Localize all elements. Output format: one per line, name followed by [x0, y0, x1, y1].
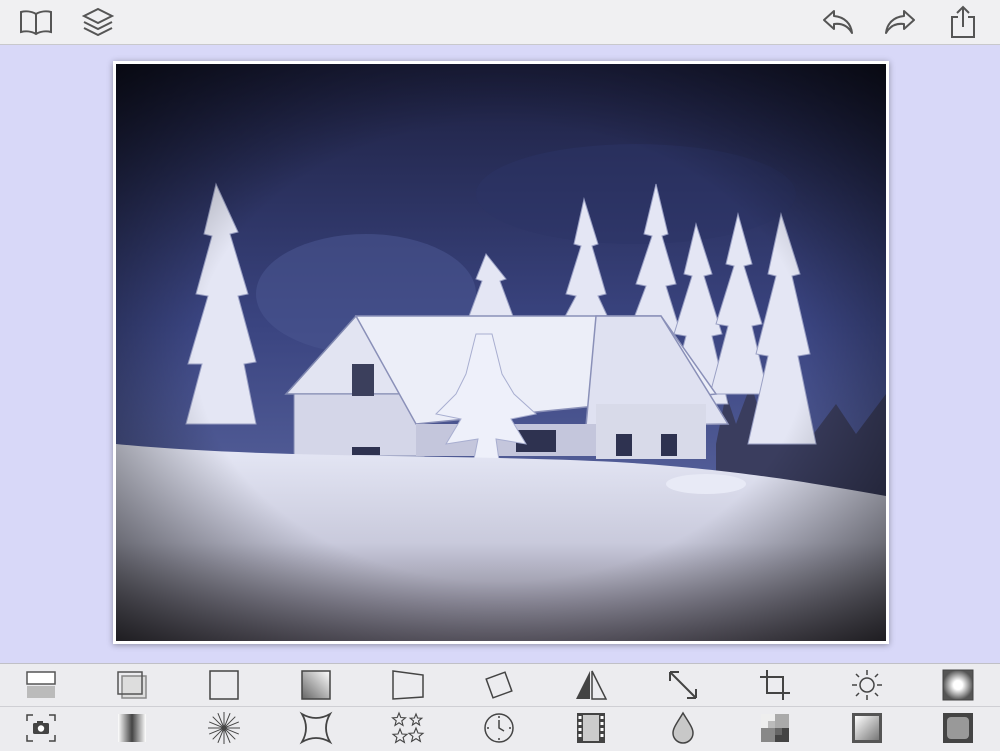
droplet-icon[interactable] [665, 710, 701, 746]
perspective-icon[interactable] [390, 667, 426, 703]
brightness-icon[interactable] [849, 667, 885, 703]
stars-icon[interactable] [390, 710, 426, 746]
layers-icon[interactable] [80, 4, 116, 40]
photo-frame[interactable] [113, 61, 889, 644]
top-toolbar [0, 0, 1000, 45]
rotate-icon[interactable] [481, 667, 517, 703]
redo-arrow-icon[interactable] [882, 4, 918, 40]
crop-icon[interactable] [757, 667, 793, 703]
film-strip-icon[interactable] [573, 710, 609, 746]
resize-arrows-icon[interactable] [665, 667, 701, 703]
soft-frame-icon[interactable] [849, 710, 885, 746]
gradient-bar-icon[interactable] [114, 710, 150, 746]
tool-palette [0, 663, 1000, 751]
split-frame-icon[interactable] [23, 667, 59, 703]
tool-row-2 [0, 707, 1000, 749]
starburst-icon[interactable] [206, 710, 242, 746]
camera-icon[interactable] [23, 710, 59, 746]
rounded-frame-icon[interactable] [940, 710, 976, 746]
clock-icon[interactable] [481, 710, 517, 746]
double-border-icon[interactable] [114, 667, 150, 703]
tool-row-1 [0, 664, 1000, 707]
book-icon[interactable] [18, 4, 54, 40]
concave-frame-icon[interactable] [298, 710, 334, 746]
winter-cabin-photo[interactable] [116, 64, 886, 641]
gradient-frame-icon[interactable] [298, 667, 334, 703]
share-icon[interactable] [945, 4, 981, 40]
square-frame-icon[interactable] [206, 667, 242, 703]
vignette-icon[interactable] [940, 667, 976, 703]
mirror-icon[interactable] [573, 667, 609, 703]
checker-icon[interactable] [757, 710, 793, 746]
undo-arrow-icon[interactable] [820, 4, 856, 40]
